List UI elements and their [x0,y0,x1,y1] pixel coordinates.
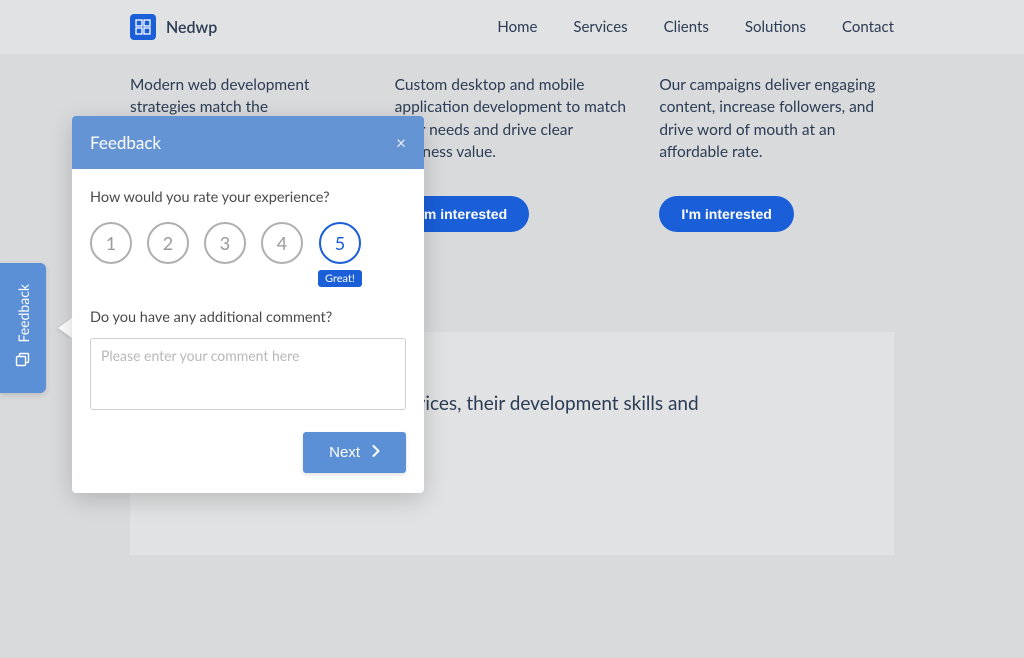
feedback-tab-label: Feedback [15,284,32,343]
comment-input[interactable] [90,338,406,410]
rating-circle-4[interactable]: 4 [261,222,303,264]
main-nav: Home Services Clients Solutions Contact [497,18,894,36]
rating-3: 3 [204,222,246,287]
card-app: Custom desktop and mobile application de… [395,74,630,232]
nav-clients[interactable]: Clients [664,18,709,36]
feedback-side-tab[interactable]: Feedback [0,263,46,393]
rating-2: 2 [147,222,189,287]
top-navbar: Nedwp Home Services Clients Solutions Co… [0,0,1024,54]
rating-circle-3[interactable]: 3 [204,222,246,264]
rating-circle-5[interactable]: 5 [319,222,361,264]
next-label: Next [329,444,360,461]
interested-button[interactable]: I'm interested [659,196,793,232]
card-text: Our campaigns deliver engaging content, … [659,74,894,164]
comment-question: Do you have any additional comment? [90,309,406,326]
rating-circle-1[interactable]: 1 [90,222,132,264]
rating-question: How would you rate your experience? [90,189,406,206]
rating-5: 5 Great! [318,222,362,287]
rating-badge: Great! [318,270,362,287]
brand-name: Nedwp [166,18,217,37]
nav-home[interactable]: Home [497,18,537,36]
card-marketing: Our campaigns deliver engaging content, … [659,74,894,232]
feedback-header: Feedback × [72,116,424,169]
feedback-footer: Next [72,432,424,493]
feedback-modal: Feedback × How would you rate your exper… [72,116,424,493]
rating-1: 1 [90,222,132,287]
copy-icon [15,352,31,372]
brand-logo-icon [130,14,156,40]
rating-4: 4 [261,222,303,287]
next-button[interactable]: Next [303,432,406,473]
close-icon[interactable]: × [396,132,406,153]
feedback-pointer-icon [58,318,72,338]
feedback-title: Feedback [90,132,161,153]
card-text: Custom desktop and mobile application de… [395,74,630,164]
nav-solutions[interactable]: Solutions [745,18,806,36]
chevron-right-icon [372,445,380,460]
brand[interactable]: Nedwp [130,14,217,40]
feedback-body: How would you rate your experience? 1 2 … [72,169,424,432]
rating-circle-2[interactable]: 2 [147,222,189,264]
nav-contact[interactable]: Contact [842,18,894,36]
nav-services[interactable]: Services [573,18,627,36]
rating-options: 1 2 3 4 5 Great! [90,222,406,287]
